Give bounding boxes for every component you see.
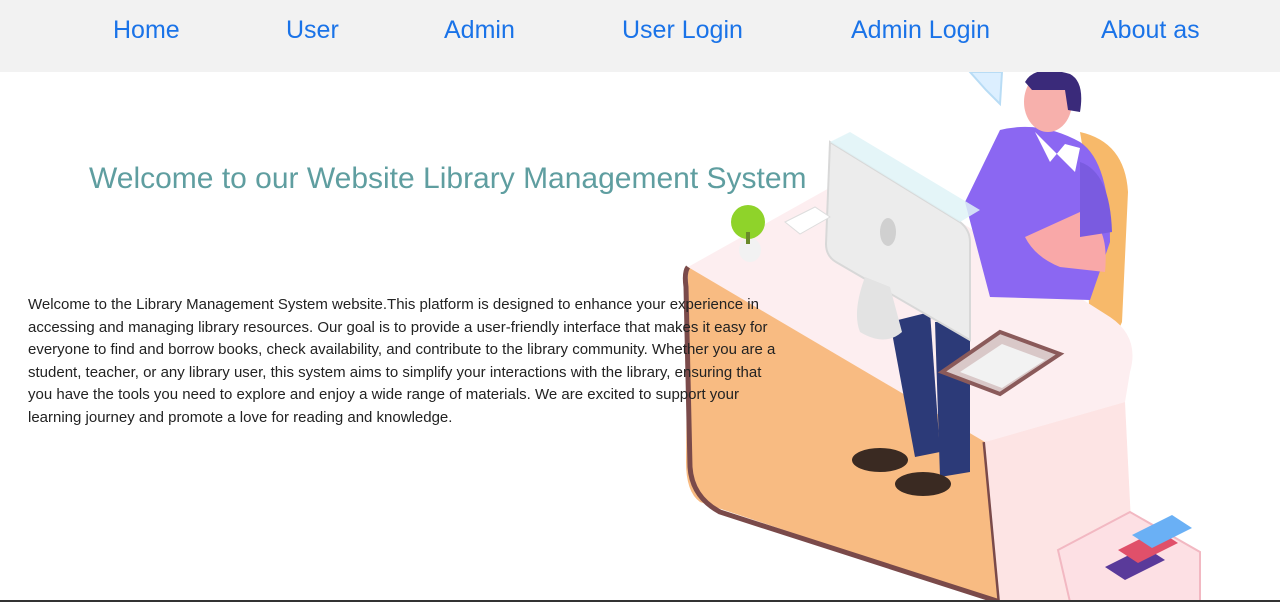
shoe-icon xyxy=(852,448,908,472)
nav-admin-login-link[interactable]: Admin Login xyxy=(851,14,990,46)
nav-user-login-link[interactable]: User Login xyxy=(622,14,743,46)
nav-home-link[interactable]: Home xyxy=(113,14,180,46)
nav-admin-link[interactable]: Admin xyxy=(444,14,515,46)
nav-about-link[interactable]: About as xyxy=(1101,14,1200,46)
speech-bubble-icon xyxy=(968,72,1004,107)
top-navbar: Home User Admin User Login Admin Login A… xyxy=(0,0,1280,72)
nav-user-link[interactable]: User xyxy=(286,14,339,46)
page: Home User Admin User Login Admin Login A… xyxy=(0,0,1280,602)
intro-paragraph: Welcome to the Library Management System… xyxy=(28,296,776,426)
page-title: Welcome to our Website Library Managemen… xyxy=(89,162,807,195)
